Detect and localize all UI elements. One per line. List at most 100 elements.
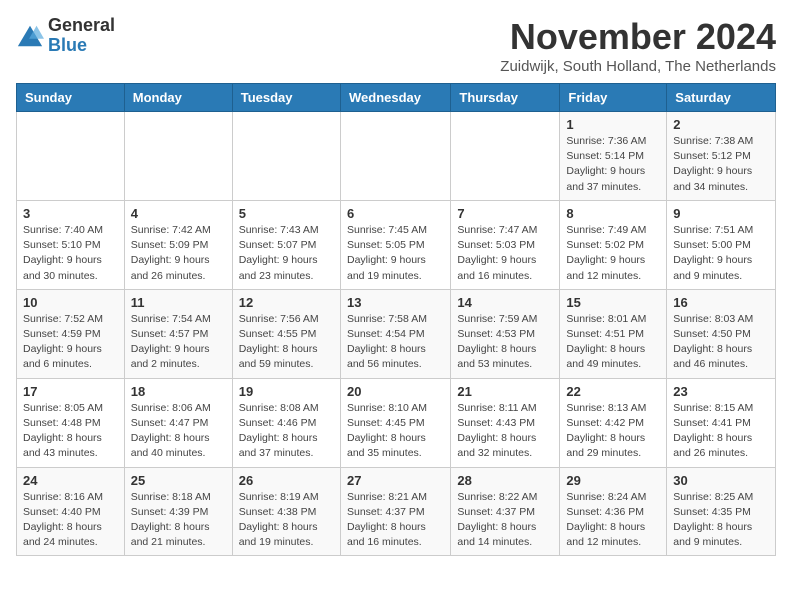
day-info: Sunrise: 7:36 AM Sunset: 5:14 PM Dayligh… — [566, 134, 660, 195]
calendar-cell: 9Sunrise: 7:51 AM Sunset: 5:00 PM Daylig… — [667, 200, 776, 289]
day-info: Sunrise: 8:21 AM Sunset: 4:37 PM Dayligh… — [347, 490, 444, 551]
day-number: 14 — [457, 295, 553, 310]
calendar-cell: 4 Sunrise: 7:42 AM Sunset: 5:09 PM Daylig… — [124, 200, 232, 289]
day-number: 30 — [673, 473, 769, 488]
day-info: Sunrise: 7:47 AM Sunset: 5:03 PM Dayligh… — [457, 223, 553, 284]
week-row-3: 10 Sunrise: 7:52 AM Sunset: 4:59 PM Dayli… — [17, 289, 776, 378]
day-number: 12 — [239, 295, 334, 310]
logo-general-label: General — [48, 16, 115, 36]
calendar-cell: 16 Sunrise: 8:03 AM Sunset: 4:50 PM Dayli… — [667, 289, 776, 378]
day-info: Sunrise: 7:54 AM Sunset: 4:57 PM Dayligh… — [131, 312, 226, 373]
weekday-header-tuesday: Tuesday — [232, 84, 340, 112]
logo-blue-label: Blue — [48, 36, 115, 56]
calendar-cell: 18 Sunrise: 8:06 AM Sunset: 4:47 PM Dayli… — [124, 378, 232, 467]
calendar-cell: 7 Sunrise: 7:47 AM Sunset: 5:03 PM Daylig… — [451, 200, 560, 289]
calendar-cell: 30 Sunrise: 8:25 AM Sunset: 4:35 PM Dayli… — [667, 467, 776, 556]
day-number: 18 — [131, 384, 226, 399]
calendar-table: SundayMondayTuesdayWednesdayThursdayFrid… — [16, 83, 776, 556]
weekday-header-wednesday: Wednesday — [340, 84, 450, 112]
day-number: 24 — [23, 473, 118, 488]
location-subtitle: Zuidwijk, South Holland, The Netherlands — [500, 58, 776, 75]
day-info: Sunrise: 8:19 AM Sunset: 4:38 PM Dayligh… — [239, 490, 334, 551]
month-title: November 2024 — [500, 16, 776, 58]
week-row-1: 1Sunrise: 7:36 AM Sunset: 5:14 PM Daylig… — [17, 112, 776, 201]
day-number: 19 — [239, 384, 334, 399]
day-info: Sunrise: 8:06 AM Sunset: 4:47 PM Dayligh… — [131, 401, 226, 462]
day-info: Sunrise: 7:40 AM Sunset: 5:10 PM Dayligh… — [23, 223, 118, 284]
calendar-cell: 19 Sunrise: 8:08 AM Sunset: 4:46 PM Dayli… — [232, 378, 340, 467]
calendar-cell: 27 Sunrise: 8:21 AM Sunset: 4:37 PM Dayli… — [340, 467, 450, 556]
day-info: Sunrise: 8:11 AM Sunset: 4:43 PM Dayligh… — [457, 401, 553, 462]
day-number: 17 — [23, 384, 118, 399]
day-number: 29 — [566, 473, 660, 488]
day-number: 23 — [673, 384, 769, 399]
day-info: Sunrise: 7:59 AM Sunset: 4:53 PM Dayligh… — [457, 312, 553, 373]
day-number: 10 — [23, 295, 118, 310]
day-number: 11 — [131, 295, 226, 310]
page-header: General Blue November 2024 Zuidwijk, Sou… — [16, 16, 776, 75]
calendar-cell: 6Sunrise: 7:45 AM Sunset: 5:05 PM Daylig… — [340, 200, 450, 289]
day-number: 3 — [23, 206, 118, 221]
day-info: Sunrise: 8:24 AM Sunset: 4:36 PM Dayligh… — [566, 490, 660, 551]
calendar-cell: 11 Sunrise: 7:54 AM Sunset: 4:57 PM Dayli… — [124, 289, 232, 378]
week-row-5: 24 Sunrise: 8:16 AM Sunset: 4:40 PM Dayli… — [17, 467, 776, 556]
day-info: Sunrise: 8:25 AM Sunset: 4:35 PM Dayligh… — [673, 490, 769, 551]
day-info: Sunrise: 7:38 AM Sunset: 5:12 PM Dayligh… — [673, 134, 769, 195]
calendar-cell: 5 Sunrise: 7:43 AM Sunset: 5:07 PM Daylig… — [232, 200, 340, 289]
logo-text: General Blue — [48, 16, 115, 56]
calendar-cell — [17, 112, 125, 201]
calendar-cell: 21Sunrise: 8:11 AM Sunset: 4:43 PM Dayli… — [451, 378, 560, 467]
title-area: November 2024 Zuidwijk, South Holland, T… — [500, 16, 776, 75]
day-info: Sunrise: 8:08 AM Sunset: 4:46 PM Dayligh… — [239, 401, 334, 462]
weekday-header-sunday: Sunday — [17, 84, 125, 112]
calendar-cell: 29 Sunrise: 8:24 AM Sunset: 4:36 PM Dayli… — [560, 467, 667, 556]
day-info: Sunrise: 7:43 AM Sunset: 5:07 PM Dayligh… — [239, 223, 334, 284]
day-number: 20 — [347, 384, 444, 399]
week-row-4: 17 Sunrise: 8:05 AM Sunset: 4:48 PM Dayli… — [17, 378, 776, 467]
day-info: Sunrise: 7:58 AM Sunset: 4:54 PM Dayligh… — [347, 312, 444, 373]
day-number: 5 — [239, 206, 334, 221]
day-number: 26 — [239, 473, 334, 488]
calendar-cell: 2 Sunrise: 7:38 AM Sunset: 5:12 PM Daylig… — [667, 112, 776, 201]
week-row-2: 3 Sunrise: 7:40 AM Sunset: 5:10 PM Daylig… — [17, 200, 776, 289]
calendar-cell: 12 Sunrise: 7:56 AM Sunset: 4:55 PM Dayli… — [232, 289, 340, 378]
calendar-cell: 17 Sunrise: 8:05 AM Sunset: 4:48 PM Dayli… — [17, 378, 125, 467]
calendar-cell: 26 Sunrise: 8:19 AM Sunset: 4:38 PM Dayli… — [232, 467, 340, 556]
weekday-header-row: SundayMondayTuesdayWednesdayThursdayFrid… — [17, 84, 776, 112]
day-info: Sunrise: 8:03 AM Sunset: 4:50 PM Dayligh… — [673, 312, 769, 373]
calendar-cell — [232, 112, 340, 201]
day-info: Sunrise: 8:05 AM Sunset: 4:48 PM Dayligh… — [23, 401, 118, 462]
day-info: Sunrise: 8:13 AM Sunset: 4:42 PM Dayligh… — [566, 401, 660, 462]
day-info: Sunrise: 7:42 AM Sunset: 5:09 PM Dayligh… — [131, 223, 226, 284]
calendar-cell — [124, 112, 232, 201]
weekday-header-saturday: Saturday — [667, 84, 776, 112]
logo: General Blue — [16, 16, 115, 56]
day-info: Sunrise: 7:51 AM Sunset: 5:00 PM Dayligh… — [673, 223, 769, 284]
day-number: 22 — [566, 384, 660, 399]
calendar-cell: 24 Sunrise: 8:16 AM Sunset: 4:40 PM Dayli… — [17, 467, 125, 556]
day-info: Sunrise: 7:56 AM Sunset: 4:55 PM Dayligh… — [239, 312, 334, 373]
calendar-header: SundayMondayTuesdayWednesdayThursdayFrid… — [17, 84, 776, 112]
day-info: Sunrise: 8:16 AM Sunset: 4:40 PM Dayligh… — [23, 490, 118, 551]
weekday-header-monday: Monday — [124, 84, 232, 112]
day-info: Sunrise: 8:15 AM Sunset: 4:41 PM Dayligh… — [673, 401, 769, 462]
day-number: 7 — [457, 206, 553, 221]
day-number: 16 — [673, 295, 769, 310]
calendar-cell: 10 Sunrise: 7:52 AM Sunset: 4:59 PM Dayli… — [17, 289, 125, 378]
day-number: 25 — [131, 473, 226, 488]
day-info: Sunrise: 7:52 AM Sunset: 4:59 PM Dayligh… — [23, 312, 118, 373]
day-number: 27 — [347, 473, 444, 488]
day-number: 28 — [457, 473, 553, 488]
day-number: 4 — [131, 206, 226, 221]
day-info: Sunrise: 7:45 AM Sunset: 5:05 PM Dayligh… — [347, 223, 444, 284]
calendar-cell: 25Sunrise: 8:18 AM Sunset: 4:39 PM Dayli… — [124, 467, 232, 556]
day-info: Sunrise: 8:22 AM Sunset: 4:37 PM Dayligh… — [457, 490, 553, 551]
calendar-cell: 14 Sunrise: 7:59 AM Sunset: 4:53 PM Dayli… — [451, 289, 560, 378]
calendar-cell: 13Sunrise: 7:58 AM Sunset: 4:54 PM Dayli… — [340, 289, 450, 378]
calendar-cell: 15Sunrise: 8:01 AM Sunset: 4:51 PM Dayli… — [560, 289, 667, 378]
calendar-cell: 28 Sunrise: 8:22 AM Sunset: 4:37 PM Dayli… — [451, 467, 560, 556]
day-info: Sunrise: 7:49 AM Sunset: 5:02 PM Dayligh… — [566, 223, 660, 284]
day-number: 2 — [673, 117, 769, 132]
day-info: Sunrise: 8:10 AM Sunset: 4:45 PM Dayligh… — [347, 401, 444, 462]
calendar-cell: 8Sunrise: 7:49 AM Sunset: 5:02 PM Daylig… — [560, 200, 667, 289]
